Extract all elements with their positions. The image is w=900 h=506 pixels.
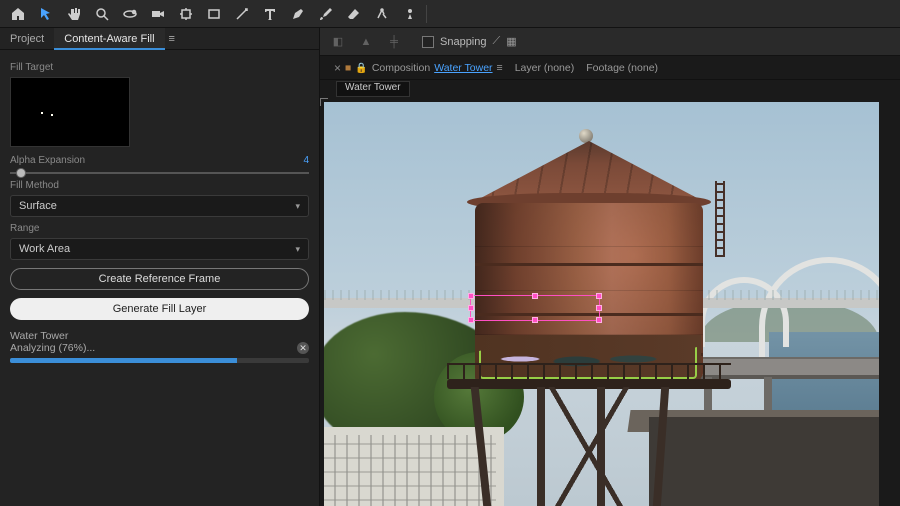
- status-block: Water Tower Analyzing (76%)... ✕: [10, 330, 309, 363]
- roto-tool-icon[interactable]: [370, 3, 394, 25]
- type-tool-icon[interactable]: [258, 3, 282, 25]
- alpha-expansion-value[interactable]: 4: [303, 155, 309, 166]
- panel-tabs: Project Content-Aware Fill ≡: [0, 28, 319, 50]
- status-name: Water Tower: [10, 330, 309, 342]
- zoom-tool-icon[interactable]: [90, 3, 114, 25]
- snap-magnet-icon[interactable]: ⟋: [493, 35, 501, 48]
- panel-menu-icon[interactable]: ≡: [169, 33, 175, 45]
- fill-target-label: Fill Target: [10, 62, 309, 73]
- fill-method-label: Fill Method: [10, 180, 309, 191]
- eraser-tool-icon[interactable]: [342, 3, 366, 25]
- viewer-toolbar: ◧ ▲ ╪ Snapping ⟋ ▦: [320, 28, 900, 56]
- puppet-tool-icon[interactable]: [398, 3, 422, 25]
- tab-comp-prefix: Composition: [372, 62, 430, 74]
- range-label: Range: [10, 223, 309, 234]
- camera-tool-icon[interactable]: [146, 3, 170, 25]
- hand-tool-icon[interactable]: [62, 3, 86, 25]
- tab-footage[interactable]: Footage (none): [580, 57, 664, 79]
- right-panel: ◧ ▲ ╪ Snapping ⟋ ▦ × ■ 🔒 Composition Wat…: [320, 28, 900, 506]
- top-toolbar: [0, 0, 900, 28]
- toolbar-separator: [426, 5, 427, 23]
- mask-selection[interactable]: [470, 295, 600, 321]
- snapping-label: Snapping: [440, 36, 487, 48]
- create-reference-frame-button[interactable]: Create Reference Frame: [10, 268, 309, 290]
- snap-grid-icon[interactable]: ▦: [506, 35, 516, 48]
- viewer-tabs: × ■ 🔒 Composition Water Tower ≡ Layer (n…: [320, 56, 900, 80]
- 3d-toggle-icon: ▲: [354, 31, 378, 53]
- pen-tool-icon[interactable]: [286, 3, 310, 25]
- fill-target-preview: [10, 77, 130, 147]
- cancel-progress-icon[interactable]: ✕: [297, 342, 309, 354]
- range-value: Work Area: [19, 243, 70, 255]
- left-panel: Project Content-Aware Fill ≡ Fill Target…: [0, 28, 320, 506]
- alpha-expansion-label: Alpha Expansion: [10, 155, 85, 166]
- tool-group: [6, 3, 422, 25]
- lock-icon[interactable]: 🔒: [355, 63, 367, 74]
- guides-toggle-icon: ╪: [382, 31, 406, 53]
- mask-toggle-icon: ◧: [326, 31, 350, 53]
- tab-project[interactable]: Project: [0, 28, 54, 50]
- range-select[interactable]: Work Area ▾: [10, 238, 309, 260]
- pan-behind-tool-icon[interactable]: [174, 3, 198, 25]
- snapping-toggle[interactable]: Snapping ⟋ ▦: [422, 35, 517, 48]
- fill-method-select[interactable]: Surface ▾: [10, 195, 309, 217]
- orbit-tool-icon[interactable]: [118, 3, 142, 25]
- snapping-checkbox[interactable]: [422, 36, 434, 48]
- home-icon[interactable]: [6, 3, 30, 25]
- progress-fill: [10, 358, 237, 363]
- chevron-down-icon: ▾: [295, 201, 300, 212]
- fill-method-value: Surface: [19, 200, 57, 212]
- tab-content-aware-fill[interactable]: Content-Aware Fill: [54, 28, 164, 50]
- tab-composition[interactable]: × ■ 🔒 Composition Water Tower ≡: [328, 57, 509, 79]
- chevron-down-icon: ▾: [295, 244, 300, 255]
- rectangle-tool-icon[interactable]: [202, 3, 226, 25]
- progress-bar: [10, 358, 309, 363]
- tab-layer[interactable]: Layer (none): [509, 57, 581, 79]
- selection-tool-icon[interactable]: [34, 3, 58, 25]
- brush-tool-icon[interactable]: [314, 3, 338, 25]
- status-text: Analyzing (76%)...: [10, 342, 95, 354]
- video-frame: [324, 102, 879, 506]
- tab-comp-name: Water Tower: [434, 62, 492, 74]
- tab-menu-icon[interactable]: ≡: [497, 62, 503, 74]
- sub-tab-comp[interactable]: Water Tower: [336, 81, 410, 97]
- generate-fill-layer-button[interactable]: Generate Fill Layer: [10, 298, 309, 320]
- ellipse-tool-icon[interactable]: [230, 3, 254, 25]
- close-tab-icon[interactable]: ×: [334, 61, 341, 75]
- alpha-expansion-slider[interactable]: [10, 172, 309, 174]
- canvas[interactable]: [320, 98, 900, 506]
